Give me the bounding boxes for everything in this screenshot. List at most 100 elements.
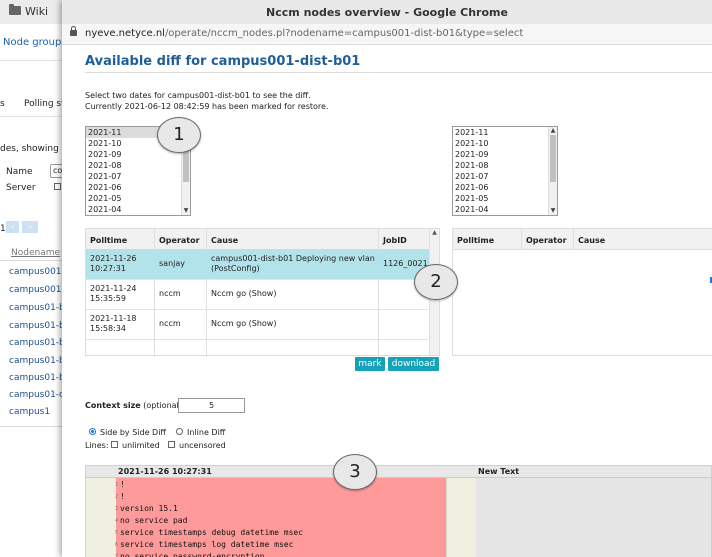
diff-line: 6 service timestamps log datetime msec — [86, 539, 446, 551]
server-checkbox[interactable] — [54, 183, 61, 190]
cause-cell: (PostConfig) — [211, 264, 260, 273]
page-number[interactable]: 1 — [0, 224, 6, 234]
col-polltime[interactable]: Polltime — [457, 236, 494, 245]
diff-line-text: service timestamps log datetime msec — [120, 540, 294, 549]
left-month-option[interactable]: 2021-07 — [86, 171, 190, 182]
col-cause[interactable]: Cause — [578, 236, 605, 245]
context-size-label: Context size (optional): — [85, 401, 185, 410]
lock-icon — [70, 26, 77, 36]
left-month-option[interactable]: 2021-05 — [86, 193, 190, 204]
nodename-column-header[interactable]: Nodename — [11, 248, 60, 258]
table-row[interactable]: 2021-11-18 15:58:34 nccm Nccm go (Show) — [86, 309, 431, 340]
window-titlebar: Nccm nodes overview - Google Chrome — [62, 0, 712, 25]
right-month-option[interactable]: 2021-07 — [453, 171, 557, 182]
diff-line: 1! — [86, 479, 446, 491]
table-row[interactable]: 2021-11-24 15:35:59 nccm Nccm go (Show) — [86, 279, 431, 310]
diff-line-number: 1 — [114, 482, 118, 488]
download-button[interactable]: download — [388, 357, 439, 371]
column-separator — [521, 229, 522, 249]
unlimited-label[interactable]: unlimited — [122, 441, 160, 450]
chrome-popup-window: Nccm nodes overview - Google Chrome nyev… — [62, 0, 712, 557]
inline-diff-radio[interactable] — [176, 428, 183, 435]
right-month-option[interactable]: 2021-10 — [453, 138, 557, 149]
diff-line-text: no service pad — [120, 516, 188, 525]
context-size-input[interactable]: 5 — [178, 398, 245, 413]
operator-cell: sanjay — [159, 259, 185, 268]
background-app: Node groups s Polling st des, showing 9 … — [0, 24, 70, 557]
uncensored-checkbox[interactable] — [168, 441, 175, 448]
divider — [0, 426, 64, 427]
diff-line-number: 6 — [114, 542, 118, 548]
name-label: Name — [6, 167, 33, 177]
bookmark-wiki[interactable]: Wiki — [25, 5, 48, 18]
right-month-option[interactable]: 2021-09 — [453, 149, 557, 160]
inline-diff-label[interactable]: Inline Diff — [187, 428, 225, 437]
pager-prev-button[interactable]: ‹ — [6, 221, 19, 233]
diff-line: 2! — [86, 491, 446, 503]
address-bar[interactable]: nyeve.netyce.nl/operate/nccm_nodes.pl?no… — [62, 24, 712, 45]
diff-right-gutter — [446, 478, 477, 557]
polltime-time: 10:27:31 — [90, 264, 126, 273]
right-month-option[interactable]: 2021-11 — [453, 127, 557, 138]
col-operator[interactable]: Operator — [526, 236, 567, 245]
diff-right-title: New Text — [478, 467, 520, 476]
node-link[interactable]: campus1 — [9, 407, 50, 417]
right-month-option[interactable]: 2021-05 — [453, 193, 557, 204]
right-month-options: 2021-11 2021-10 2021-09 2021-08 2021-07 2021-… — [453, 127, 557, 215]
folder-icon — [9, 4, 21, 15]
col-operator[interactable]: Operator — [159, 236, 200, 245]
side-by-side-radio[interactable] — [89, 428, 96, 435]
side-by-side-label[interactable]: Side by Side Diff — [100, 428, 166, 437]
right-month-option[interactable]: 2021-08 — [453, 160, 557, 171]
left-month-option[interactable]: 2021-08 — [86, 160, 190, 171]
right-list-scrollbar[interactable]: ▲ ▼ — [548, 127, 557, 215]
diff-empty-right — [476, 478, 711, 557]
diff-line-number: 3 — [114, 506, 118, 512]
mark-button[interactable]: mark — [355, 357, 385, 371]
polltime-date: 2021-11-18 — [90, 314, 137, 323]
diff-line: 5 service timestamps debug datetime msec — [86, 527, 446, 539]
right-month-select[interactable]: 2021-11 2021-10 2021-09 2021-08 2021-07 2021-… — [452, 126, 558, 216]
pager-first-button[interactable]: ‹‹ — [22, 221, 38, 233]
cause-cell: campus001-dist-b01 Deploying new vlan — [211, 254, 375, 263]
restore-note: Currently 2021-06-12 08:42:59 has been m… — [85, 102, 329, 111]
scroll-thumb[interactable] — [550, 135, 556, 182]
background-tab-polling[interactable]: Polling st — [24, 99, 65, 109]
node-link[interactable]: campus01-co — [9, 390, 70, 400]
diff-view: 2021-11-26 10:27:31 New Text 1! 2! 3 versio… — [85, 465, 712, 557]
lines-label: Lines: — [85, 441, 109, 450]
callout-3: 3 — [333, 454, 377, 490]
cause-cell: Nccm go (Show) — [211, 289, 277, 298]
column-separator — [573, 229, 574, 249]
scroll-up-icon[interactable]: ▲ — [430, 229, 439, 236]
url-text[interactable]: nyeve.netyce.nl/operate/nccm_nodes.pl?no… — [85, 28, 523, 39]
uncensored-label[interactable]: uncensored — [179, 441, 226, 450]
node-link[interactable]: campus001-c — [9, 267, 70, 277]
table-row[interactable]: 2021-11-26 10:27:31 sanjay campus001-dist-b… — [86, 249, 431, 280]
col-jobid[interactable]: JobID — [383, 236, 407, 245]
unlimited-checkbox[interactable] — [111, 441, 118, 448]
context-size-title: Context size — [85, 401, 141, 410]
diff-line-text: ! — [120, 480, 125, 489]
scroll-down-icon[interactable]: ▼ — [549, 207, 557, 215]
server-label: Server — [6, 183, 36, 193]
divider — [0, 116, 64, 117]
col-cause[interactable]: Cause — [211, 236, 238, 245]
background-tab-1[interactable]: s — [0, 99, 5, 109]
scroll-up-icon[interactable]: ▲ — [549, 127, 557, 135]
polltime-date: 2021-11-26 — [90, 254, 137, 263]
scroll-down-icon[interactable]: ▼ — [182, 207, 190, 215]
diff-line-text: no service password-encryption — [120, 552, 265, 557]
diff-line-number: 7 — [114, 554, 118, 557]
left-month-option[interactable]: 2021-06 — [86, 182, 190, 193]
col-polltime[interactable]: Polltime — [90, 236, 127, 245]
right-month-option[interactable]: 2021-06 — [453, 182, 557, 193]
diff-line: 4 no service pad — [86, 515, 446, 527]
jobid-cell: 1126_0021 — [383, 259, 428, 268]
left-month-option[interactable]: 2021-04 — [86, 204, 190, 215]
cause-cell: Nccm go (Show) — [211, 319, 277, 328]
node-link[interactable]: campus001-c — [9, 285, 70, 295]
nav-node-groups[interactable]: Node groups — [3, 37, 67, 48]
right-month-option[interactable]: 2021-04 — [453, 204, 557, 215]
url-path: /operate/nccm_nodes.pl?nodename=campus00… — [164, 28, 524, 39]
